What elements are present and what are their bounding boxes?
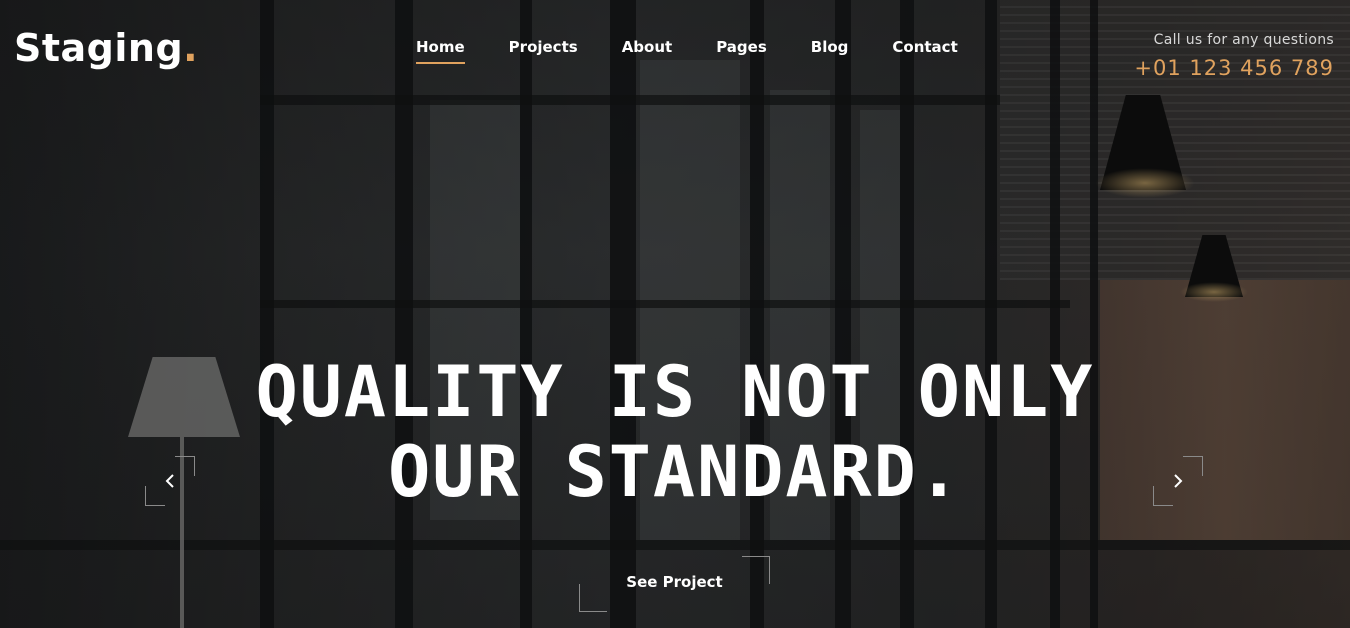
nav-item-about[interactable]: About [622,38,673,64]
background-image [0,0,1350,628]
nav-item-home[interactable]: Home [416,38,465,64]
chevron-left-icon [165,474,174,488]
see-project-button[interactable]: See Project [579,556,770,612]
chevron-right-icon [1174,474,1183,488]
main-nav: Home Projects About Pages Blog Contact [416,38,958,64]
contact-label: Call us for any questions [1153,32,1334,48]
hero-headline: QUALITY IS NOT ONLY OUR STANDARD. [0,352,1350,512]
brand-dot: . [183,26,199,70]
hero-headline-line-2: OUR STANDARD. [388,431,962,513]
nav-item-pages[interactable]: Pages [716,38,767,64]
slider-next-button[interactable] [1153,456,1203,506]
nav-item-projects[interactable]: Projects [509,38,578,64]
contact-phone[interactable]: +01 123 456 789 [1134,56,1334,80]
site-logo[interactable]: Staging. [14,26,198,70]
nav-item-contact[interactable]: Contact [892,38,957,64]
nav-item-blog[interactable]: Blog [811,38,849,64]
hero-headline-line-1: QUALITY IS NOT ONLY [255,351,1095,433]
brand-name: Staging [14,26,184,70]
hero-slider [0,0,1350,628]
header-contact: Call us for any questions +01 123 456 78… [1134,32,1334,80]
see-project-label: See Project [626,573,723,591]
slider-prev-button[interactable] [145,456,195,506]
